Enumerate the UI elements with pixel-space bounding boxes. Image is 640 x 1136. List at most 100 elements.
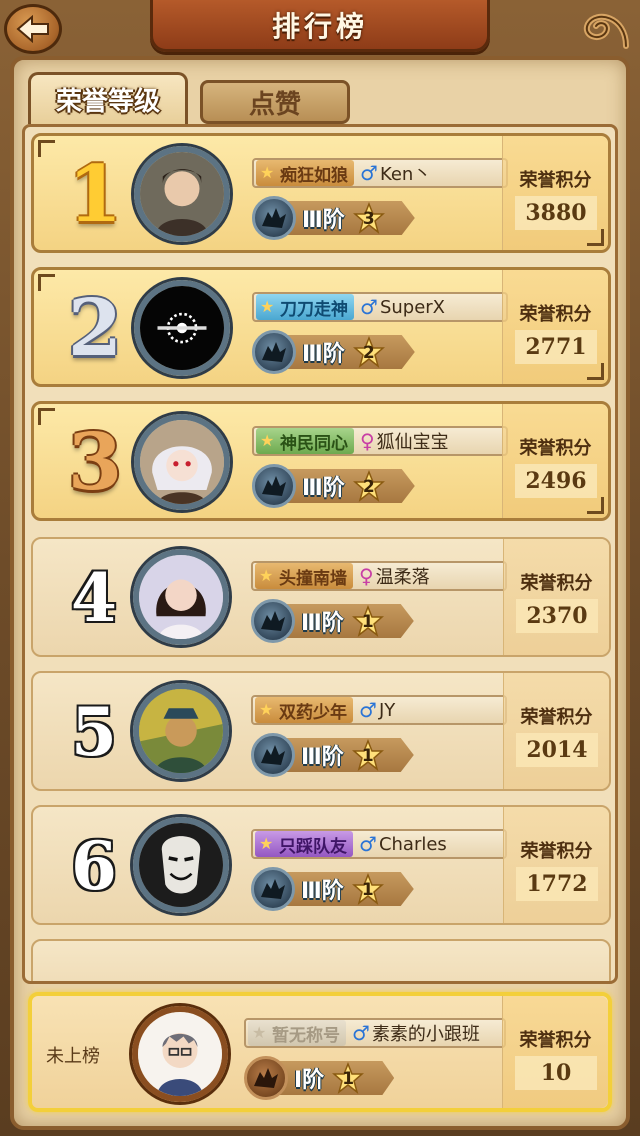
avatar[interactable] bbox=[130, 276, 234, 380]
level-text: Ⅲ阶 bbox=[302, 476, 345, 501]
level-bar: Ⅲ阶 2 bbox=[284, 469, 415, 503]
star-count: 1 bbox=[361, 746, 374, 766]
rank-number: 6 bbox=[71, 827, 117, 905]
player-title: 暂无称号 bbox=[272, 1025, 340, 1046]
girl-photo-avatar bbox=[139, 555, 223, 639]
wolf-emblem-icon bbox=[252, 464, 296, 508]
back-button[interactable] bbox=[4, 4, 62, 54]
title-bar: ★ 神民同心 ♀ 狐仙宝宝 bbox=[252, 426, 508, 456]
player-name: JY bbox=[378, 699, 396, 721]
star-count: 2 bbox=[362, 477, 375, 497]
rank-number: 2 bbox=[67, 283, 123, 374]
star-count: 3 bbox=[362, 209, 375, 229]
mask-face-avatar bbox=[139, 823, 223, 907]
avatar[interactable] bbox=[129, 679, 233, 783]
star-icon: ★ bbox=[259, 834, 274, 853]
star-count: 1 bbox=[342, 1069, 355, 1089]
score-value: 1772 bbox=[516, 867, 598, 901]
wolf-emblem-icon bbox=[252, 330, 296, 374]
title-badge: ★ 神民同心 bbox=[256, 428, 354, 454]
title-bar: ★ 只踩队友 ♂ Charles bbox=[251, 829, 507, 859]
tab-honor-level[interactable]: 荣誉等级 bbox=[28, 72, 188, 124]
female-icon: ♀ bbox=[359, 564, 374, 588]
score-value: 2370 bbox=[516, 599, 598, 633]
level-bar: Ⅰ阶 1 bbox=[276, 1061, 395, 1095]
male-icon: ♂ bbox=[352, 1021, 370, 1045]
score-label: 荣誉积分 bbox=[519, 1030, 592, 1051]
star-icon: 1 bbox=[351, 738, 384, 771]
avatar[interactable] bbox=[129, 545, 233, 649]
title-badge: ★ 暂无称号 bbox=[248, 1020, 346, 1046]
title-bar: ★ 痴狂如狼 ♂ Ken丶 bbox=[252, 158, 508, 188]
level-row: Ⅰ阶 1 bbox=[244, 1056, 395, 1100]
wolf-emblem-icon bbox=[251, 733, 295, 777]
rank-card-partial[interactable] bbox=[31, 939, 611, 981]
score-label: 荣誉积分 bbox=[519, 170, 592, 191]
star-icon: 1 bbox=[332, 1061, 365, 1094]
male-icon: ♂ bbox=[360, 161, 378, 185]
player-name: Ken丶 bbox=[379, 164, 432, 185]
tab-likes[interactable]: 点赞 bbox=[200, 80, 350, 124]
level-bar: Ⅲ阶 1 bbox=[283, 604, 414, 638]
painting-portrait-avatar bbox=[139, 689, 223, 773]
ranking-list[interactable]: 1 ★ 痴狂如狼 ♂ Ken丶 Ⅲ阶 3 荣誉积分 3880 2 ★ 刀刀走神 … bbox=[22, 124, 618, 984]
score-label: 荣誉积分 bbox=[520, 841, 593, 862]
male-icon: ♂ bbox=[359, 698, 377, 722]
rank-card[interactable]: 5 ★ 双药少年 ♂ JY Ⅲ阶 1 荣誉积分 2014 bbox=[31, 671, 611, 791]
rank-card[interactable]: 3 ★ 神民同心 ♀ 狐仙宝宝 Ⅲ阶 2 荣誉积分 2496 bbox=[31, 401, 611, 521]
rank-card[interactable]: 1 ★ 痴狂如狼 ♂ Ken丶 Ⅲ阶 3 荣誉积分 3880 bbox=[31, 133, 611, 253]
level-row: Ⅲ阶 1 bbox=[251, 599, 414, 643]
level-row: Ⅲ阶 2 bbox=[252, 330, 415, 374]
title-bar: ★ 头撞南墙 ♀ 温柔落 bbox=[251, 561, 507, 591]
level-text: Ⅲ阶 bbox=[301, 879, 344, 904]
score-column: 荣誉积分 3880 bbox=[502, 136, 608, 250]
rank-number: 1 bbox=[67, 149, 123, 240]
my-rank-card: 未上榜 ★ 暂无称号 ♂ 素素的小跟班 Ⅰ阶 1 荣誉积分 10 bbox=[28, 992, 612, 1112]
wolf-emblem-icon bbox=[252, 196, 296, 240]
score-label: 荣誉积分 bbox=[520, 707, 593, 728]
rank-card[interactable]: 4 ★ 头撞南墙 ♀ 温柔落 Ⅲ阶 1 荣誉积分 2370 bbox=[31, 537, 611, 657]
level-text: Ⅲ阶 bbox=[301, 745, 344, 770]
score-column: 荣誉积分 1772 bbox=[503, 807, 609, 923]
score-value: 2771 bbox=[515, 330, 597, 364]
level-bar: Ⅲ阶 1 bbox=[283, 738, 414, 772]
swirl-ornament-icon bbox=[583, 13, 629, 49]
avatar[interactable] bbox=[130, 142, 234, 246]
title-badge: ★ 痴狂如狼 bbox=[256, 160, 354, 186]
star-icon: ★ bbox=[260, 431, 275, 450]
level-text: Ⅲ阶 bbox=[302, 342, 345, 367]
male-icon: ♂ bbox=[359, 832, 377, 856]
level-row: Ⅲ阶 1 bbox=[251, 867, 414, 911]
rank-card[interactable]: 6 ★ 只踩队友 ♂ Charles Ⅲ阶 1 荣誉积分 1772 bbox=[31, 805, 611, 925]
score-label: 荣誉积分 bbox=[519, 438, 592, 459]
level-row: Ⅲ阶 1 bbox=[251, 733, 414, 777]
star-icon: 1 bbox=[351, 604, 384, 637]
avatar[interactable] bbox=[128, 1002, 232, 1106]
title-badge: ★ 头撞南墙 bbox=[255, 563, 353, 589]
score-value: 2014 bbox=[516, 733, 598, 767]
title-bar: ★ 双药少年 ♂ JY bbox=[251, 695, 507, 725]
wolf-emblem-icon bbox=[244, 1056, 288, 1100]
level-text: Ⅲ阶 bbox=[301, 611, 344, 636]
star-icon: ★ bbox=[260, 297, 275, 316]
player-title: 刀刀走神 bbox=[280, 299, 348, 320]
star-icon: ★ bbox=[252, 1023, 267, 1042]
wolf-emblem-icon bbox=[251, 599, 295, 643]
player-name: 狐仙宝宝 bbox=[376, 432, 449, 453]
score-label: 荣誉积分 bbox=[519, 304, 592, 325]
page-title: 排行榜 bbox=[271, 9, 368, 43]
score-column: 荣誉积分 2496 bbox=[502, 404, 608, 518]
player-title: 只踩队友 bbox=[279, 836, 347, 857]
avatar[interactable] bbox=[129, 813, 233, 917]
rank-card[interactable]: 2 ★ 刀刀走神 ♂ SuperX Ⅲ阶 2 荣誉积分 2771 bbox=[31, 267, 611, 387]
wolf-emblem-icon bbox=[251, 867, 295, 911]
player-title: 神民同心 bbox=[280, 433, 348, 454]
level-bar: Ⅲ阶 2 bbox=[284, 335, 415, 369]
score-column: 荣誉积分 10 bbox=[502, 996, 608, 1108]
title-bar: ★ 暂无称号 ♂ 素素的小跟班 bbox=[244, 1018, 506, 1048]
player-title: 痴狂如狼 bbox=[280, 165, 348, 186]
rank-number: 4 bbox=[71, 559, 117, 637]
star-icon: 1 bbox=[351, 872, 384, 905]
score-value: 10 bbox=[515, 1056, 597, 1090]
avatar[interactable] bbox=[130, 410, 234, 514]
